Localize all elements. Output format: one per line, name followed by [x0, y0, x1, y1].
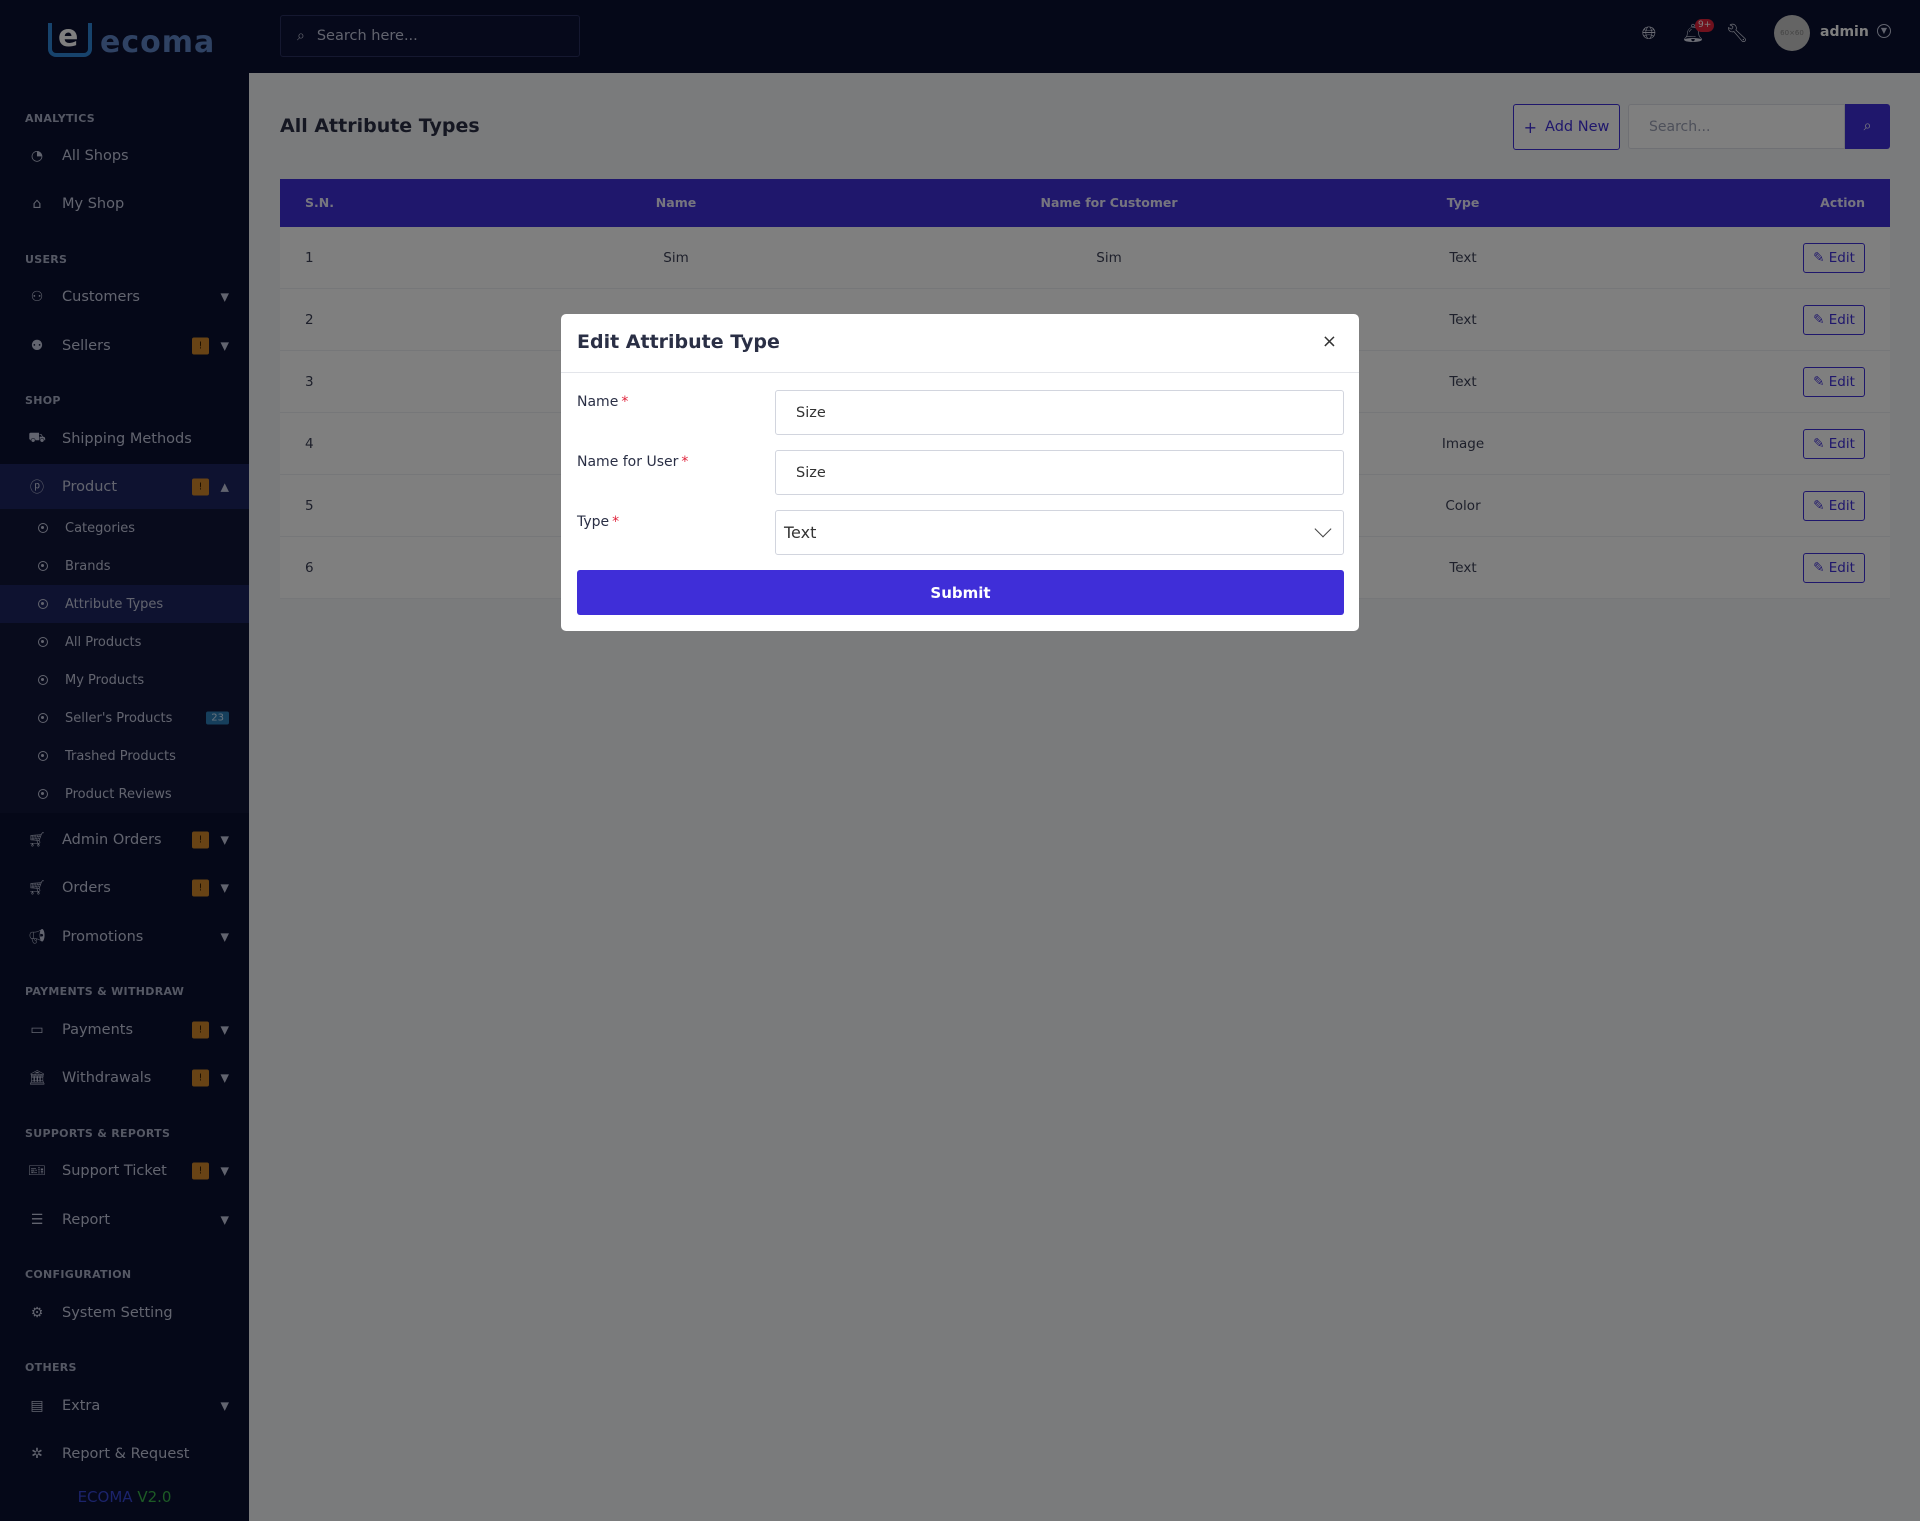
- name-label: Name *: [577, 394, 629, 410]
- type-select[interactable]: Text: [775, 510, 1344, 555]
- type-label: Type *: [577, 514, 620, 530]
- close-icon[interactable]: ×: [1322, 331, 1337, 352]
- name-input[interactable]: [775, 390, 1344, 435]
- modal-backdrop[interactable]: [0, 0, 1920, 1521]
- modal-title: Edit Attribute Type: [577, 331, 780, 353]
- edit-attribute-modal: Edit Attribute Type × Name* Name for Use…: [561, 314, 1359, 631]
- name-for-user-label: Name for User *: [577, 454, 689, 470]
- modal-header: Edit Attribute Type ×: [561, 314, 1359, 373]
- chevron-down-icon: [1314, 520, 1332, 538]
- name-for-user-input[interactable]: [775, 450, 1344, 495]
- submit-button[interactable]: Submit: [577, 570, 1344, 615]
